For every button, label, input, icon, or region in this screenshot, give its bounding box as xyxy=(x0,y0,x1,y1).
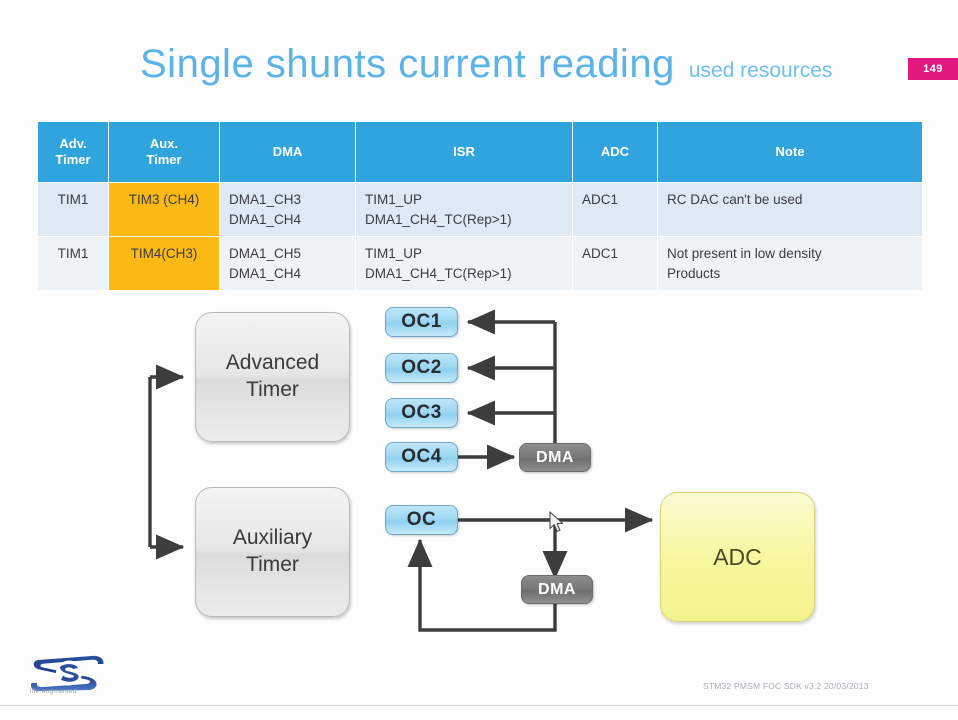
st-logo-tagline: life.augmented xyxy=(30,688,77,695)
column-header-isr: ISR xyxy=(355,121,573,183)
page-subtitle: used resources xyxy=(688,59,833,82)
column-header-adc: ADC xyxy=(572,121,658,183)
oc3-block: OC3 xyxy=(385,398,458,428)
auxiliary-timer-line2: Timer xyxy=(246,553,299,576)
advanced-timer-label: Advanced Timer xyxy=(226,350,319,404)
cell-aux-timer-highlighted: TIM4(CH3) xyxy=(108,236,220,292)
cell-dma-line2: DMA1_CH4 xyxy=(229,265,302,281)
resources-table: Adv. Timer Aux. Timer DMA ISR ADC Note T… xyxy=(37,121,923,292)
auxiliary-timer-block: Auxiliary Timer xyxy=(195,487,350,617)
adc-block: ADC xyxy=(660,492,815,622)
table-row: TIM1 TIM3 (CH4) DMA1_CH3 DMA1_CH4 TIM1_U… xyxy=(37,181,923,238)
cell-isr: TIM1_UP DMA1_CH4_TC(Rep>1) xyxy=(355,236,573,292)
cell-isr: TIM1_UP DMA1_CH4_TC(Rep>1) xyxy=(355,181,573,238)
auxiliary-timer-line1: Auxiliary xyxy=(232,526,313,550)
cell-dma-line1: DMA1_CH3 xyxy=(229,192,302,207)
cell-dma-line2: DMA1_CH4 xyxy=(229,211,302,227)
page-title: Single shunts current reading xyxy=(140,42,675,86)
cell-adc: ADC1 xyxy=(572,181,658,238)
cell-dma: DMA1_CH5 DMA1_CH4 xyxy=(219,236,356,292)
cell-isr-line1: TIM1_UP xyxy=(365,246,423,262)
auxiliary-timer-label: Auxiliary Timer xyxy=(233,525,312,579)
advanced-timer-line2: Timer xyxy=(246,378,299,401)
dma-bottom-block: DMA xyxy=(521,575,593,604)
cell-isr-line2: DMA1_CH4_TC(Rep>1) xyxy=(365,211,512,227)
page-number-badge: 149 xyxy=(908,58,958,80)
cell-adv-timer: TIM1 xyxy=(37,181,109,238)
cell-dma-line1: DMA1_CH5 xyxy=(229,246,302,262)
cell-note: Not present in low density Products xyxy=(657,236,923,292)
oc4-block: OC4 xyxy=(385,442,458,472)
cell-aux-timer-highlighted: TIM3 (CH4) xyxy=(108,181,220,238)
advanced-timer-block: Advanced Timer xyxy=(195,312,350,442)
block-diagram: Advanced Timer Auxiliary Timer OC1 OC2 O… xyxy=(0,295,958,655)
cell-note-line1: Not present in low density xyxy=(667,246,822,262)
footer-doc-info: STM32 PMSM FOC SDK v3.2 20/03/2013 xyxy=(703,681,869,691)
footer-divider xyxy=(0,705,958,706)
dma-top-block: DMA xyxy=(519,443,591,472)
cell-note: RC DAC can't be used xyxy=(657,181,923,238)
oc-aux-block: OC xyxy=(385,505,458,535)
cell-adc: ADC1 xyxy=(572,236,658,292)
table-row: TIM1 TIM4(CH3) DMA1_CH5 DMA1_CH4 TIM1_UP… xyxy=(37,236,923,292)
slide-canvas: Single shunts current reading used resou… xyxy=(0,0,958,720)
column-header-note: Note xyxy=(657,121,923,183)
table-header-row: Adv. Timer Aux. Timer DMA ISR ADC Note xyxy=(37,121,923,183)
column-header-adv-timer-line1: Adv. xyxy=(59,135,87,151)
slide-title-row: Single shunts current reading used resou… xyxy=(140,42,832,87)
column-header-dma: DMA xyxy=(219,121,356,183)
cell-isr-line1: TIM1_UP xyxy=(365,192,423,207)
column-header-aux-timer: Aux. Timer xyxy=(108,121,220,183)
cell-isr-line2: DMA1_CH4_TC(Rep>1) xyxy=(365,265,512,281)
cell-note-line1: RC DAC can't be used xyxy=(667,192,803,207)
advanced-timer-line1: Advanced xyxy=(225,351,320,375)
oc1-block: OC1 xyxy=(385,307,458,337)
column-header-adv-timer-line2: Timer xyxy=(55,152,91,167)
cell-adv-timer: TIM1 xyxy=(37,236,109,292)
column-header-adv-timer: Adv. Timer xyxy=(37,121,109,183)
column-header-aux-timer-line1: Aux. xyxy=(149,135,179,151)
st-logo-icon xyxy=(30,655,104,691)
oc2-block: OC2 xyxy=(385,353,458,383)
cell-note-line2: Products xyxy=(667,265,721,281)
cell-dma: DMA1_CH3 DMA1_CH4 xyxy=(219,181,356,238)
column-header-aux-timer-line2: Timer xyxy=(146,152,182,167)
